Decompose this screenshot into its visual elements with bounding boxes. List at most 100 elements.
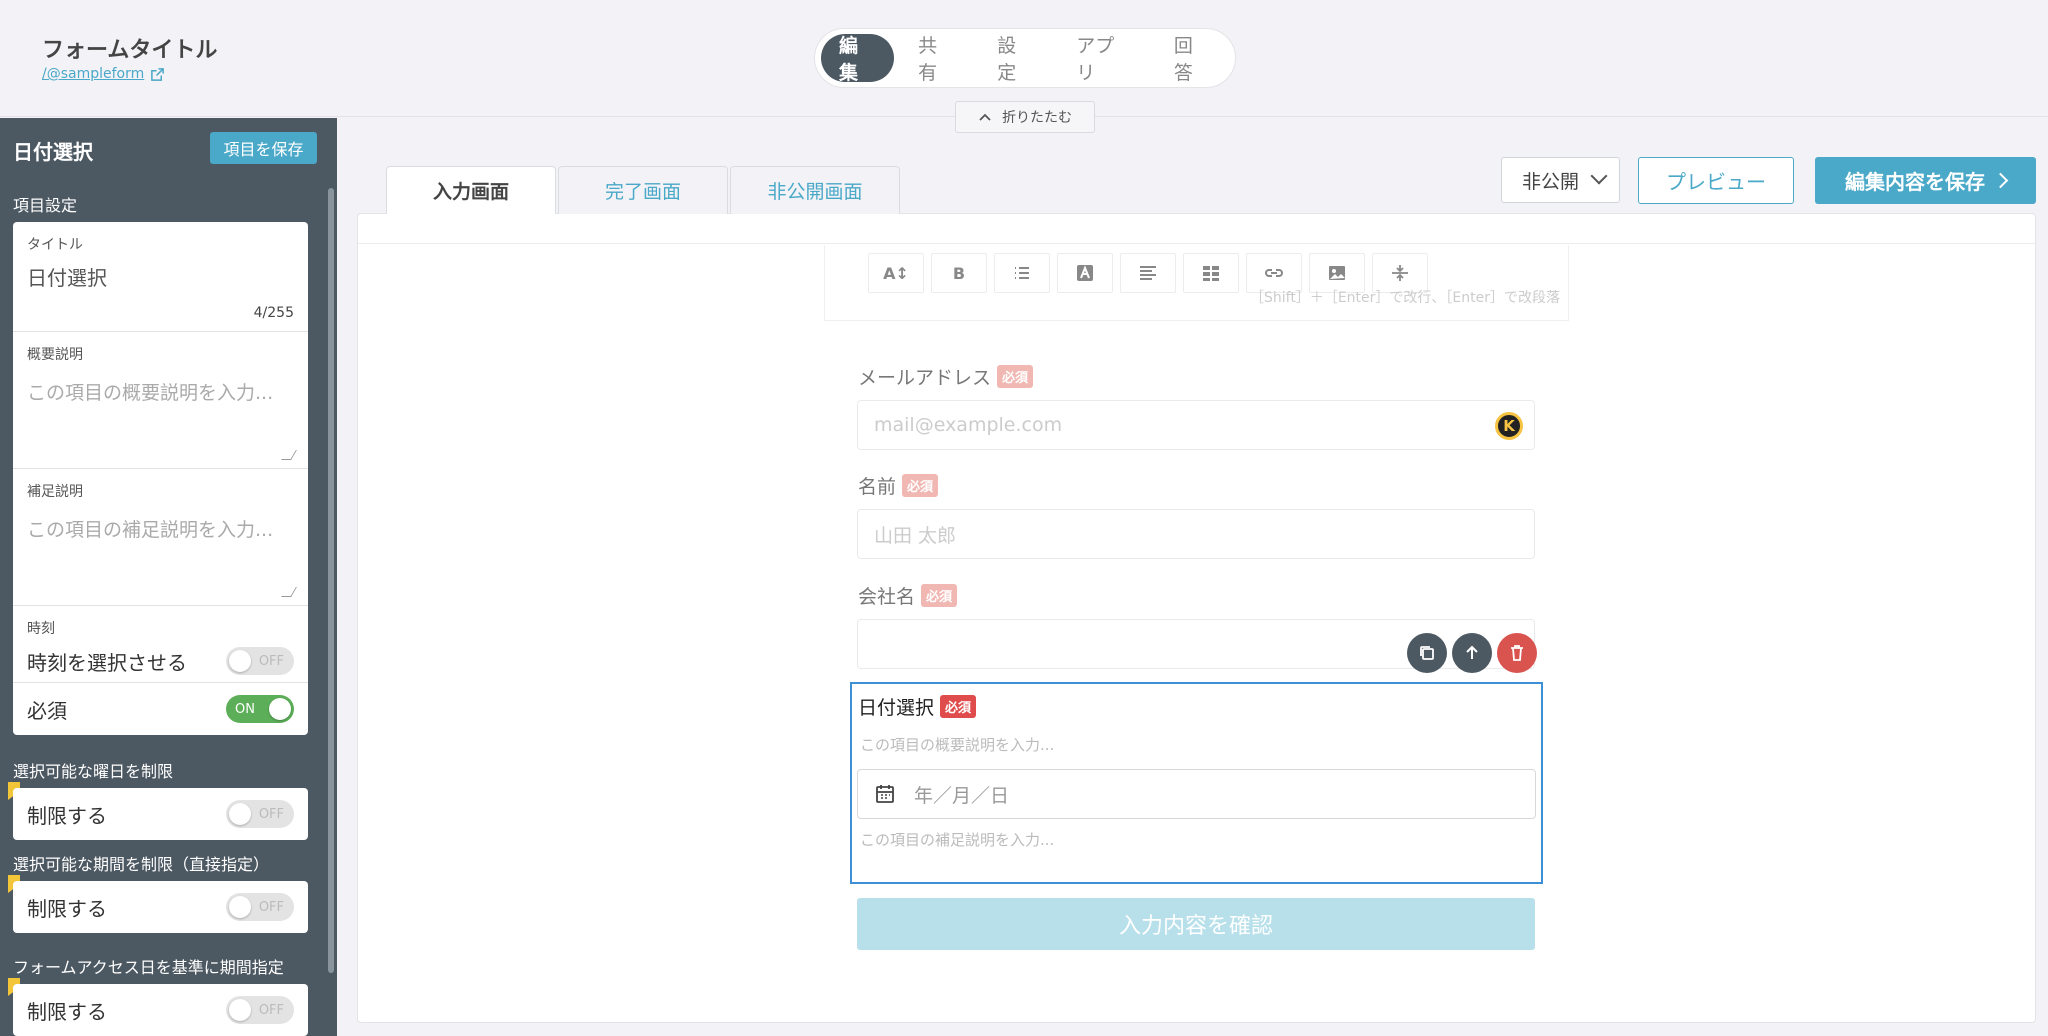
confirm-input-button[interactable]: 入力内容を確認 [857,898,1535,950]
align-left-icon [1140,266,1156,280]
sidebar-title: 日付選択 [13,140,93,164]
weekday-limit-toggle[interactable]: OFF [226,800,294,828]
bold-button[interactable]: B [931,253,987,293]
table-button[interactable] [1183,253,1239,293]
save-item-button[interactable]: 項目を保存 [210,132,317,164]
period-limit-card: 制限する OFF [13,881,308,933]
supplement-textarea[interactable]: この項目の補足説明を入力... [13,501,308,542]
selected-date-field[interactable]: 日付選択 必須 この項目の概要説明を入力... 年／月／日 この項目の補足説明を… [850,682,1543,884]
weekday-limit-label: 選択可能な曜日を制限 [13,762,174,781]
form-url-text[interactable]: /@sampleform [42,66,144,82]
time-field: 時刻 時刻を選択させる OFF [13,606,308,683]
toggle-state: OFF [258,806,284,822]
supplement-field-label: 補足説明 [27,484,83,500]
text-color-icon [1077,265,1093,281]
link-icon [1265,269,1283,277]
chevron-right-icon [1992,172,2009,189]
horizontal-rule-icon [1392,265,1408,281]
required-badge: 必須 [997,365,1034,388]
text-color-button[interactable] [1057,253,1113,293]
tab-complete-screen[interactable]: 完了画面 [558,166,728,214]
toggle-knob [229,803,251,825]
chevron-down-icon [1590,167,1608,185]
title-input[interactable]: 日付選択 [13,254,308,291]
summary-textarea[interactable]: この項目の概要説明を入力... [13,364,308,405]
collapse-label: 折りたたむ [1002,110,1072,126]
access-limit-toggle[interactable]: OFF [226,996,294,1024]
access-limit-row: 制限する OFF [13,984,308,1036]
date-field-title: 日付選択 必須 [858,693,977,720]
toggle-state: OFF [258,653,284,669]
email-label-text: メールアドレス [858,367,992,389]
section-label-item-settings: 項目設定 [13,196,78,215]
list-button[interactable] [994,253,1050,293]
name-label: 名前 必須 [858,472,939,499]
resize-handle-icon[interactable] [281,587,297,597]
name-input[interactable]: 山田 太郎 [857,509,1535,559]
toggle-knob [269,698,291,720]
collapse-button[interactable]: 折りたたむ [955,101,1095,133]
date-field-supplement[interactable]: この項目の補足説明を入力... [860,829,1054,850]
font-size-icon: A↕ [883,263,909,283]
form-title: フォームタイトル [42,38,218,63]
save-edits-label: 編集内容を保存 [1845,170,1985,194]
access-limit-label: フォームアクセス日を基準に期間指定 [13,958,284,977]
move-up-button[interactable] [1452,633,1492,673]
resize-handle-icon[interactable] [281,450,297,460]
item-actions [1407,633,1537,673]
time-toggle[interactable]: OFF [226,647,294,675]
tab-input-screen[interactable]: 入力画面 [386,166,556,214]
period-limit-option: 制限する [27,896,107,921]
required-toggle[interactable]: ON [226,695,294,723]
time-option-label: 時刻を選択させる [27,650,187,675]
access-limit-card: 制限する OFF [13,984,308,1036]
period-limit-row: 制限する OFF [13,881,308,933]
toggle-state: OFF [258,1002,284,1018]
email-label: メールアドレス 必須 [858,363,1034,390]
email-input[interactable]: mail@example.com K [857,400,1535,450]
tab-share[interactable]: 共有 [900,34,973,84]
title-field-label: タイトル [27,237,83,253]
required-badge: 必須 [921,584,958,607]
title-char-counter: 4/255 [253,305,294,321]
required-toggle-row: 必須 ON [13,683,308,735]
bold-icon: B [952,263,966,283]
item-settings-card: タイトル 日付選択 4/255 概要説明 この項目の概要説明を入力... 補足説… [13,222,308,735]
divider [358,243,2035,244]
align-button[interactable] [1120,253,1176,293]
sidebar-scrollbar[interactable] [328,188,334,973]
tab-apps[interactable]: アプリ [1058,34,1150,84]
password-manager-icon[interactable]: K [1495,412,1523,440]
arrow-up-icon [1466,645,1478,659]
form-url-link[interactable]: /@sampleform [42,66,165,82]
save-edits-button[interactable]: 編集内容を保存 [1815,157,2036,204]
copy-icon [1420,646,1434,660]
tab-settings[interactable]: 設定 [979,34,1052,84]
tab-private-screen[interactable]: 非公開画面 [730,166,900,214]
copy-button[interactable] [1407,633,1447,673]
toggle-knob [229,999,251,1021]
date-field-summary[interactable]: この項目の概要説明を入力... [860,734,1054,755]
delete-button[interactable] [1497,633,1537,673]
access-limit-option: 制限する [27,999,107,1024]
trash-icon [1511,645,1523,661]
tab-edit[interactable]: 編集 [821,34,895,84]
period-limit-toggle[interactable]: OFF [226,893,294,921]
visibility-select[interactable]: 非公開 [1501,157,1620,203]
font-size-button[interactable]: A↕ [868,253,924,293]
weekday-limit-row: 制限する OFF [13,788,308,840]
email-placeholder: mail@example.com [874,414,1063,436]
weekday-limit-option: 制限する [27,803,107,828]
required-badge: 必須 [940,695,977,718]
time-field-label: 時刻 [27,621,55,637]
chevron-up-icon [979,113,991,121]
summary-field: 概要説明 この項目の概要説明を入力... [13,332,308,469]
tab-responses[interactable]: 回答 [1156,34,1229,84]
date-input[interactable]: 年／月／日 [857,769,1536,819]
toggle-state: ON [235,701,255,717]
summary-field-label: 概要説明 [27,347,83,363]
main-nav-tabs: 編集 共有 設定 アプリ 回答 [814,28,1236,88]
preview-button[interactable]: プレビュー [1638,157,1794,204]
toolbar-hint: ［Shift］＋［Enter］で改行、［Enter］で改段落 [1250,290,1560,306]
item-settings-sidebar: 日付選択 項目を保存 項目設定 タイトル 日付選択 4/255 概要説明 この項… [0,118,337,1036]
